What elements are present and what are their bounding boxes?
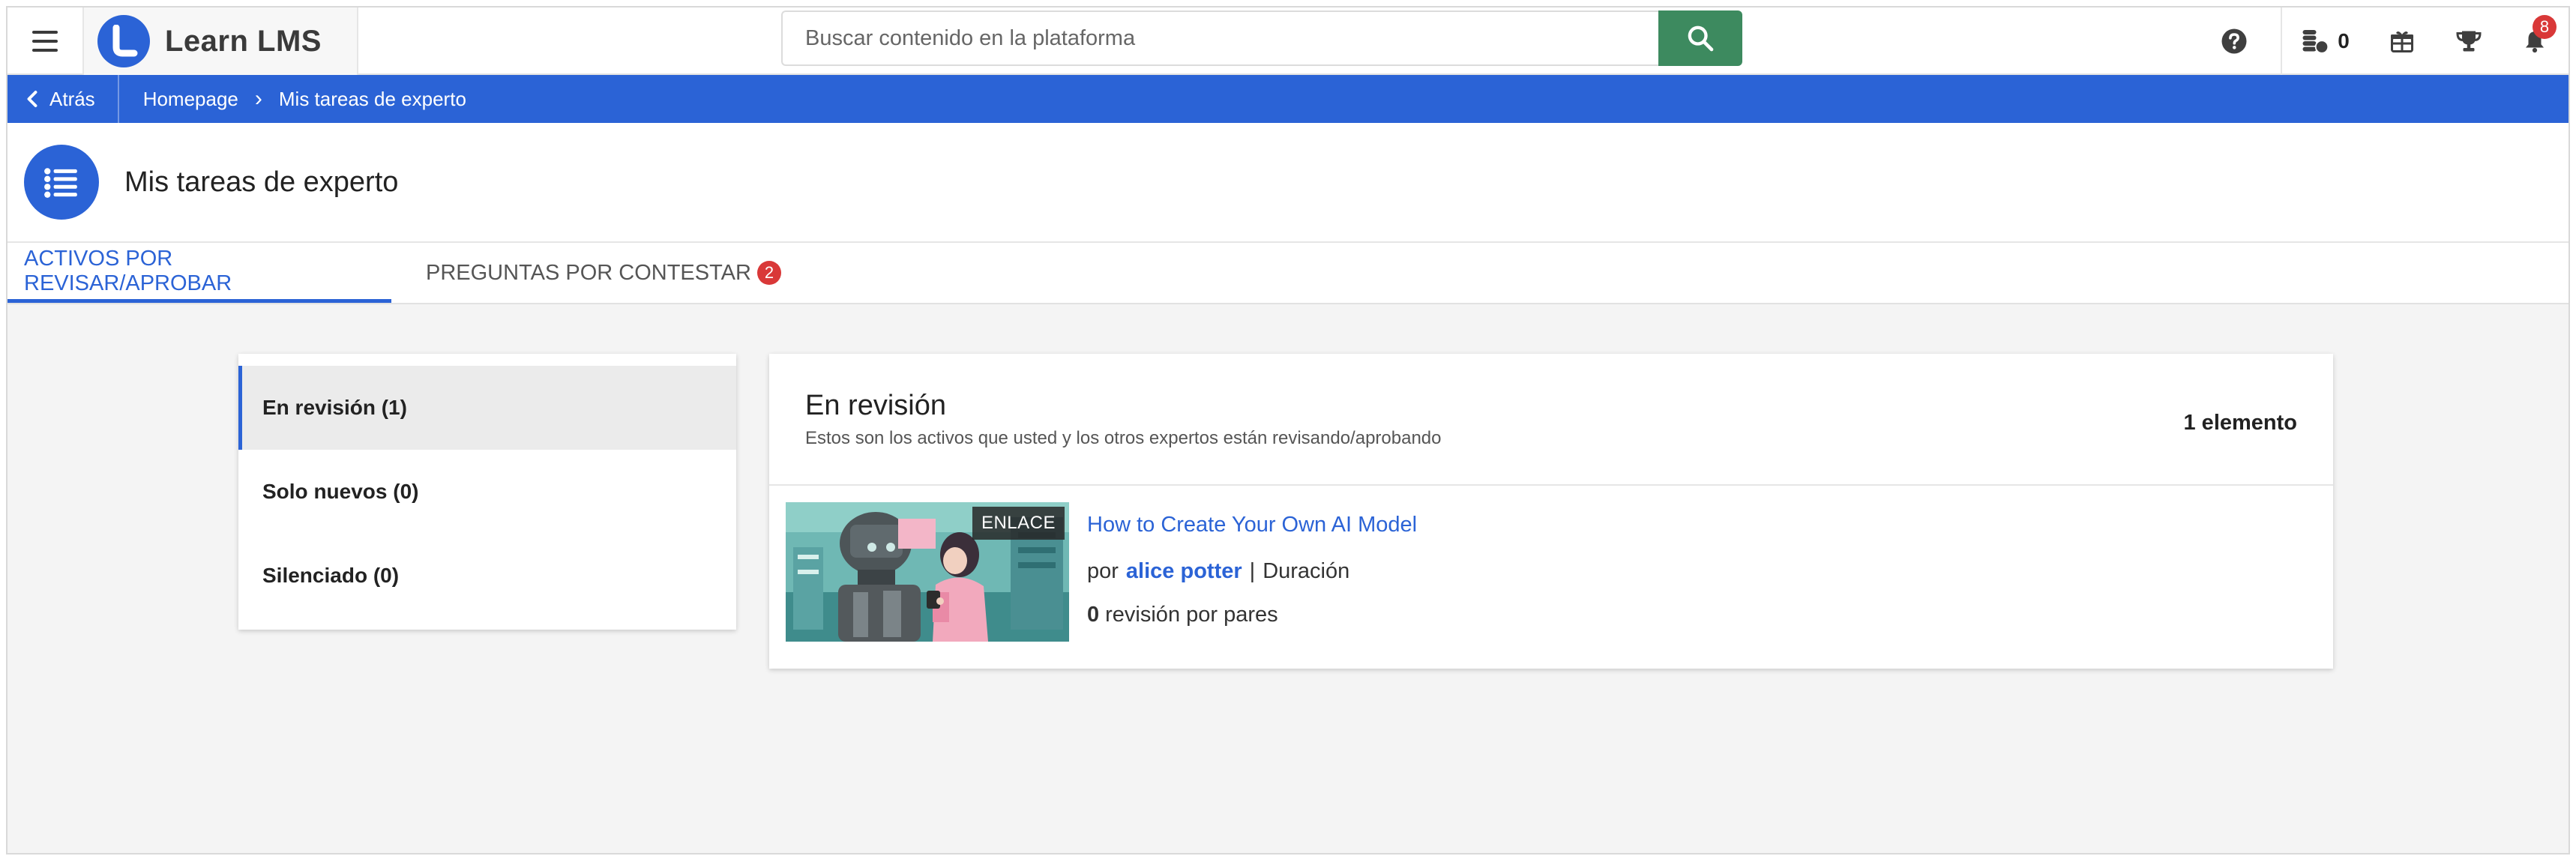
peer-review-count: 0 revisión por pares [1087,603,1278,627]
brand-logo[interactable]: Learn LMS [82,7,358,75]
coins-count: 0 [2338,29,2350,52]
logo-icon [97,15,150,67]
review-count-label: revisión por pares [1105,603,1278,627]
count-badge: 2 [756,261,781,285]
header-tools: 0 8 [2188,7,2569,75]
tab-bar: ACTIVOS POR REVISAR/APROBAR PREGUNTAS PO… [7,243,2569,304]
menu-icon-line [32,40,58,43]
search-button[interactable] [1658,10,1742,66]
brand-name: Learn LMS [165,24,322,58]
trophy-icon [2456,31,2482,52]
tab-label: ACTIVOS POR REVISAR/APROBAR [24,246,232,295]
tab-assets-to-review[interactable]: ACTIVOS POR REVISAR/APROBAR [7,243,391,303]
menu-button[interactable] [22,24,67,58]
gift-button[interactable] [2368,7,2437,75]
trophy-button[interactable] [2437,7,2501,75]
filter-new-only[interactable]: Solo nuevos (0) [238,450,736,534]
review-panel: En revisión Estos son los activos que us… [769,354,2333,669]
tab-label: PREGUNTAS POR CONTESTAR [426,260,751,285]
breadcrumb-item-homepage[interactable]: Homepage [143,88,238,111]
filter-panel: En revisión (1) Solo nuevos (0) Silencia… [238,354,736,630]
review-panel-header: En revisión Estos son los activos que us… [769,354,2333,486]
duration-label: Duración [1263,559,1350,583]
author-link[interactable]: alice potter [1126,559,1242,584]
panel-subtitle: Estos son los activos que usted y los ot… [805,428,1442,448]
menu-icon-line [32,49,58,52]
meta-separator: | [1249,559,1256,583]
page-title: Mis tareas de experto [124,166,399,198]
page-header: Mis tareas de experto [7,123,2569,243]
search-input[interactable] [781,10,1658,66]
filter-muted[interactable]: Silenciado (0) [238,534,736,618]
breadcrumb-item-current: Mis tareas de experto [278,87,466,110]
list-icon [24,145,99,220]
review-count-value: 0 [1087,603,1100,627]
notifications-button[interactable]: 8 [2501,7,2569,75]
search-icon [1688,25,1714,52]
asset-title-link[interactable]: How to Create Your Own AI Model [1087,513,1417,537]
coins-icon [2302,30,2329,54]
help-icon [2221,28,2247,54]
breadcrumb-bar: Atrás Homepage › Mis tareas de experto [7,75,2569,123]
asset-meta: por alice potter | Duración [1087,559,1349,584]
panel-title: En revisión [805,390,946,421]
breadcrumb-separator: › [254,86,262,111]
list-item: ENLACE How to Create Your Own AI Model p… [769,486,2333,669]
search-bar [781,10,1742,66]
asset-thumbnail[interactable]: ENLACE [786,502,1069,642]
breadcrumb: Homepage › Mis tareas de experto [119,86,466,112]
notifications-badge: 8 [2533,15,2557,39]
chevron-left-icon [27,91,37,107]
menu-icon-line [32,31,58,34]
filter-in-review[interactable]: En revisión (1) [238,366,736,450]
back-button[interactable]: Atrás [7,75,119,123]
asset-type-badge: ENLACE [972,507,1065,540]
app-window: Learn LMS Buscar contenido en la platafo… [6,6,2570,855]
top-bar: Learn LMS Buscar contenido en la platafo… [7,7,2569,75]
gift-icon [2391,31,2413,52]
back-label: Atrás [49,87,95,110]
coins-button[interactable]: 0 [2281,7,2368,75]
by-label: por [1087,559,1119,583]
help-button[interactable] [2188,7,2281,75]
tab-questions-to-answer[interactable]: PREGUNTAS POR CONTESTAR 2 [409,243,798,303]
item-count: 1 elemento [2183,411,2298,435]
